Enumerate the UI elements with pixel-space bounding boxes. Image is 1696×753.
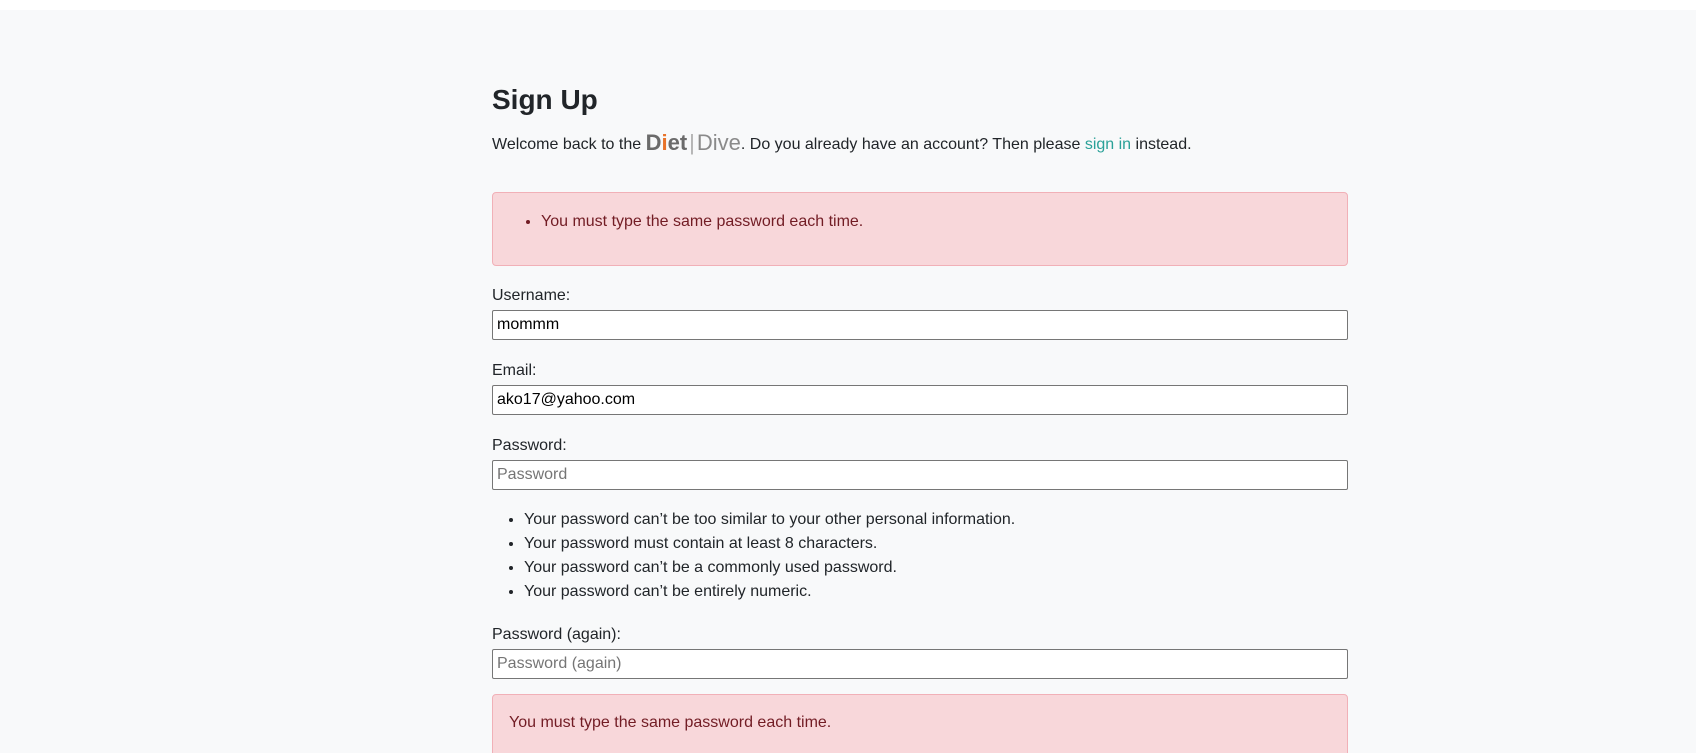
password-input[interactable] bbox=[492, 460, 1348, 490]
password-help-item: Your password must contain at least 8 ch… bbox=[524, 532, 1348, 556]
intro-middle: . Do you already have an account? Then p… bbox=[740, 136, 1085, 153]
password-help-item: Your password can’t be too similar to yo… bbox=[524, 508, 1348, 532]
intro-after: instead. bbox=[1131, 136, 1192, 153]
brand-diet: Diet bbox=[645, 130, 688, 155]
password-again-label: Password (again): bbox=[492, 626, 621, 643]
form-error-item: You must type the same password each tim… bbox=[541, 210, 1347, 234]
password-help-item: Your password can’t be entirely numeric. bbox=[524, 580, 1348, 604]
password-label: Password: bbox=[492, 437, 567, 454]
username-label: Username: bbox=[492, 287, 571, 304]
password-again-error-alert: You must type the same password each tim… bbox=[492, 694, 1348, 753]
form-error-list: You must type the same password each tim… bbox=[493, 210, 1347, 234]
password-help-item: Your password can’t be a commonly used p… bbox=[524, 556, 1348, 580]
sign-in-link[interactable]: sign in bbox=[1085, 136, 1131, 153]
username-input[interactable] bbox=[492, 310, 1348, 340]
signup-container: Sign Up Welcome back to the Diet|Dive. D… bbox=[492, 80, 1348, 753]
password-again-input[interactable] bbox=[492, 649, 1348, 679]
email-label: Email: bbox=[492, 362, 537, 379]
intro-text: Welcome back to the Diet|Dive. Do you al… bbox=[492, 130, 1348, 158]
brand-logo: Diet|Dive bbox=[646, 130, 741, 155]
page-background: Sign Up Welcome back to the Diet|Dive. D… bbox=[0, 10, 1696, 753]
email-input[interactable] bbox=[492, 385, 1348, 415]
password-help-list: Your password can’t be too similar to yo… bbox=[492, 508, 1348, 604]
brand-separator: | bbox=[689, 130, 695, 155]
brand-dive: Dive bbox=[696, 130, 741, 155]
intro-before: Welcome back to the bbox=[492, 136, 646, 153]
page-title: Sign Up bbox=[492, 84, 598, 115]
form-error-alert: You must type the same password each tim… bbox=[492, 192, 1348, 266]
